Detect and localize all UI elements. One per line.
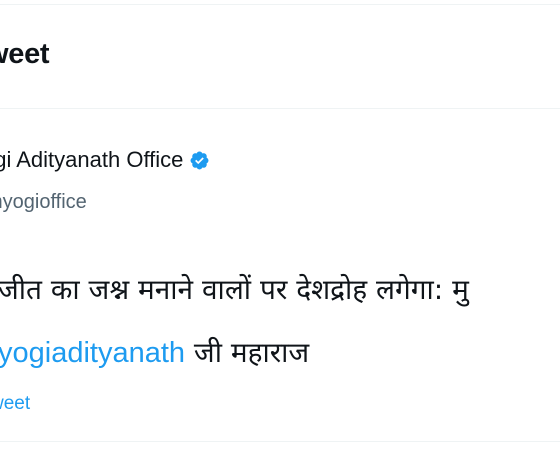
retweet-link[interactable]: weet bbox=[0, 393, 30, 415]
verified-badge-icon bbox=[189, 150, 210, 171]
page-title: weet bbox=[0, 38, 50, 70]
tweet-text-fragment: जी महाराज bbox=[185, 336, 310, 369]
divider bbox=[0, 108, 560, 109]
author-handle[interactable]: myogioffice bbox=[0, 191, 87, 214]
tweet-text-line: जीत का जश्न मनाने वालों पर देशद्रोह लगेग… bbox=[0, 273, 469, 306]
divider bbox=[0, 4, 560, 5]
mention-link[interactable]: yogiadityanath bbox=[0, 337, 185, 369]
author-row[interactable]: ogi Adityanath Office bbox=[0, 147, 210, 173]
author-display-name[interactable]: ogi Adityanath Office bbox=[0, 147, 183, 173]
tweet-card: weet ogi Adityanath Office myogioffice ज… bbox=[0, 0, 560, 450]
divider bbox=[0, 441, 560, 442]
tweet-text-line: yogiadityanath जी महाराज bbox=[0, 333, 309, 371]
